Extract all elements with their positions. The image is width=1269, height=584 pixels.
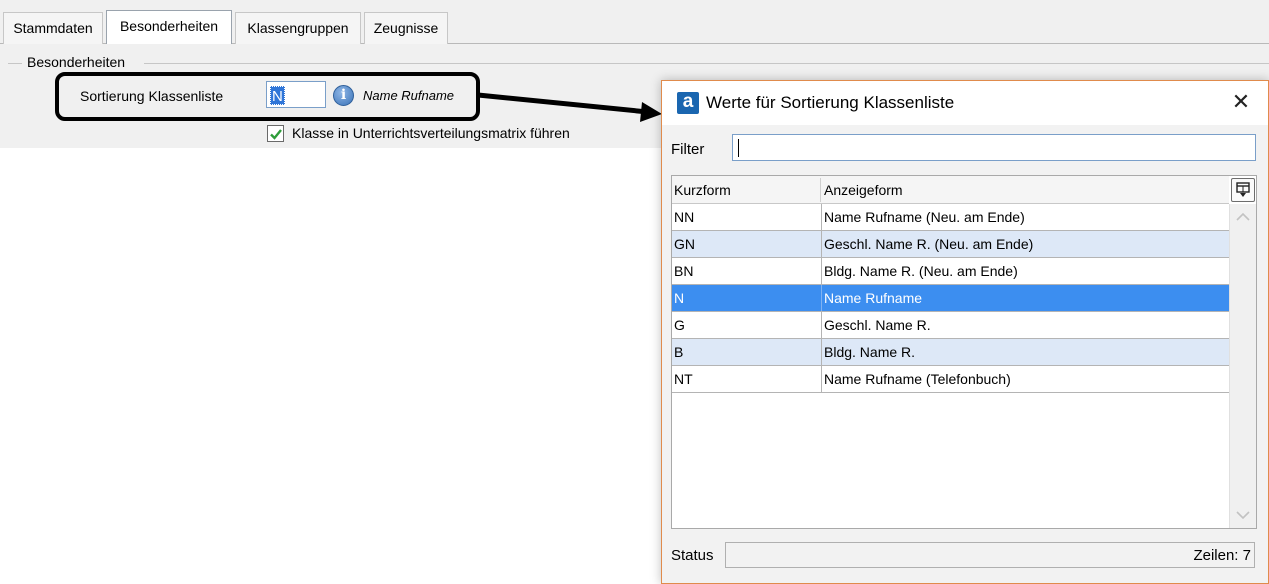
cell-kurzform: NN: [674, 209, 695, 225]
column-divider: [821, 366, 822, 392]
logo-letter: a: [682, 91, 694, 112]
group-title: Besonderheiten: [25, 54, 128, 70]
cell-kurzform: BN: [674, 263, 694, 279]
annotation-highlight-box: [55, 72, 480, 121]
cell-anzeigeform: Name Rufname (Neu. am Ende): [824, 209, 1025, 225]
tab-besonderheiten[interactable]: Besonderheiten: [106, 10, 232, 45]
cell-kurzform: GN: [674, 236, 695, 252]
werte-dialog: a Werte für Sortierung Klassenliste ✕ Fi…: [661, 80, 1269, 584]
cell-anzeigeform: Bldg. Name R. (Neu. am Ende): [824, 263, 1018, 279]
table-row[interactable]: B Bldg. Name R.: [672, 339, 1229, 366]
tab-zeugnisse[interactable]: Zeugnisse: [364, 12, 448, 44]
close-icon: ✕: [1231, 89, 1251, 114]
column-chooser-button[interactable]: [1231, 178, 1255, 202]
tab-label: Besonderheiten: [119, 18, 219, 34]
status-bar: Zeilen: 7: [725, 542, 1255, 568]
text-caret: [738, 139, 739, 157]
tab-label: Stammdaten: [13, 20, 93, 36]
filter-input[interactable]: [732, 134, 1256, 161]
vertical-scrollbar[interactable]: [1229, 204, 1256, 528]
table-row[interactable]: NN Name Rufname (Neu. am Ende): [672, 204, 1229, 231]
checkmark-icon: [270, 129, 282, 140]
column-header-anzeigeform[interactable]: Anzeigeform: [822, 176, 903, 204]
cell-anzeigeform: Geschl. Name R. (Neu. am Ende): [824, 236, 1034, 252]
cell-anzeigeform: Name Rufname: [824, 290, 923, 306]
column-divider: [821, 258, 822, 284]
checkbox-label: Klasse in Unterrichtsverteilungsmatrix f…: [292, 125, 570, 141]
tab-stammdaten[interactable]: Stammdaten: [3, 12, 103, 44]
unterrichtsverteilung-checkbox[interactable]: [267, 125, 284, 142]
column-divider: [821, 312, 822, 338]
dialog-title-bar: a Werte für Sortierung Klassenliste ✕: [662, 81, 1268, 125]
grid-header: Kurzform Anzeigeform: [672, 176, 1229, 204]
column-divider: [820, 178, 821, 202]
table-row[interactable]: BN Bldg. Name R. (Neu. am Ende): [672, 258, 1229, 285]
arrow-annotation: [477, 92, 662, 122]
cell-kurzform: N: [674, 290, 685, 306]
table-row[interactable]: NT Name Rufname (Telefonbuch): [672, 366, 1229, 393]
tab-bar: Stammdaten Besonderheiten Klassengruppen…: [0, 0, 1269, 45]
tab-klassengruppen[interactable]: Klassengruppen: [235, 12, 361, 44]
group-divider: [8, 63, 22, 64]
close-button[interactable]: ✕: [1228, 90, 1254, 116]
group-divider: [144, 63, 1269, 64]
column-divider: [821, 231, 822, 257]
cell-anzeigeform: Geschl. Name R.: [824, 317, 931, 333]
table-row[interactable]: N Name Rufname: [672, 285, 1229, 312]
column-divider: [821, 285, 822, 311]
values-grid: Kurzform Anzeigeform NN Name Rufname (Neu…: [671, 175, 1257, 529]
table-row[interactable]: G Geschl. Name R.: [672, 312, 1229, 339]
status-label: Status: [671, 547, 714, 564]
app-logo-icon: a: [677, 92, 699, 114]
cell-kurzform: B: [674, 344, 684, 360]
column-divider: [821, 339, 822, 365]
column-header-kurzform[interactable]: Kurzform: [672, 176, 820, 204]
cell-anzeigeform: Name Rufname (Telefonbuch): [824, 371, 1011, 387]
tab-label: Klassengruppen: [247, 20, 349, 36]
table-row[interactable]: GN Geschl. Name R. (Neu. am Ende): [672, 231, 1229, 258]
tab-label: Zeugnisse: [373, 20, 439, 36]
filter-label: Filter: [671, 141, 705, 158]
scroll-down-icon[interactable]: [1236, 510, 1250, 520]
dialog-title: Werte für Sortierung Klassenliste: [706, 93, 955, 112]
cell-kurzform: G: [674, 317, 685, 333]
cell-kurzform: NT: [674, 371, 693, 387]
scroll-up-icon[interactable]: [1236, 212, 1250, 222]
column-chooser-icon: [1236, 182, 1250, 197]
cell-anzeigeform: Bldg. Name R.: [824, 344, 916, 360]
column-divider: [821, 204, 822, 230]
row-count: Zeilen: 7: [1193, 547, 1251, 564]
